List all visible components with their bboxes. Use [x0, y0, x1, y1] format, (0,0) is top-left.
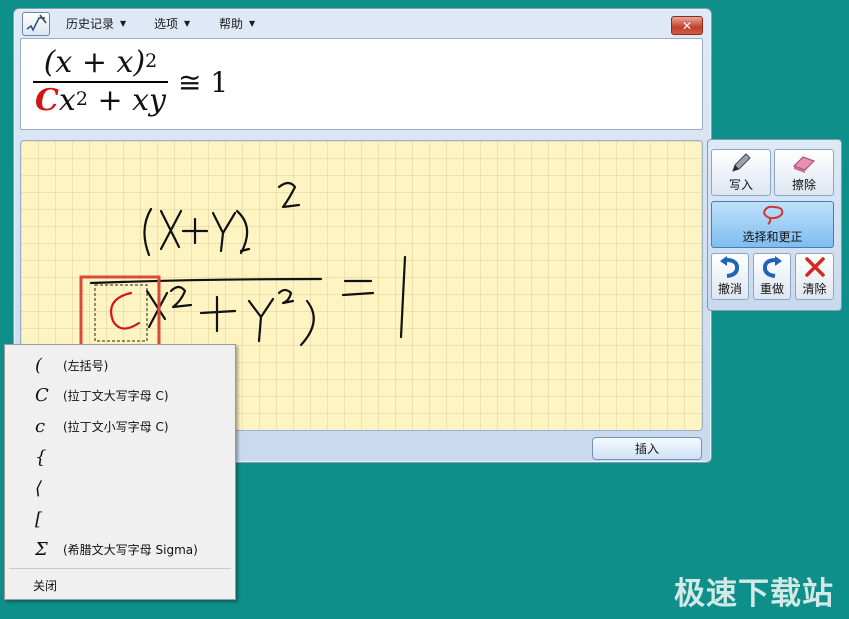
- watermark-text: 极速下载站: [674, 576, 834, 612]
- menu-options[interactable]: 选项 ▼: [154, 15, 190, 32]
- redo-icon: [760, 254, 784, 280]
- erase-button-label: 擦除: [791, 178, 816, 192]
- tool-panel: 写入 擦除 选择和更正 撤消 重做 清除: [707, 139, 842, 311]
- menu-history-label: 历史记录: [66, 17, 115, 31]
- alternative-description: (希腊文大写字母 Sigma): [63, 542, 198, 557]
- selection-dotted-box: [94, 284, 148, 342]
- insert-button-label: 插入: [634, 442, 659, 456]
- numerator-text: (x + x): [43, 45, 146, 80]
- alternative-symbol: ⟨: [35, 477, 43, 499]
- undo-icon: [718, 254, 742, 280]
- context-menu-item[interactable]: C (拉丁文大写字母 C): [5, 381, 235, 409]
- insert-button[interactable]: 插入: [592, 437, 702, 460]
- alternative-description: (拉丁文大写字母 C): [63, 388, 169, 403]
- correction-context-menu: ( (左括号) C (拉丁文大写字母 C) c (拉丁文小写字母 C) { ⟨ …: [4, 344, 236, 600]
- denominator-exponent: 2: [75, 88, 88, 110]
- undo-button-label: 撤消: [717, 282, 742, 296]
- menu-history[interactable]: 历史记录 ▼: [66, 15, 126, 32]
- alternative-description: (拉丁文小写字母 C): [63, 419, 169, 434]
- denominator: Cx2 + xy: [33, 83, 168, 119]
- alternative-symbol: Σ: [35, 538, 48, 560]
- close-button[interactable]: ✕: [671, 16, 703, 35]
- alternative-symbol: [: [35, 508, 43, 530]
- numerator: (x + x)2: [42, 45, 160, 81]
- formula: (x + x)2 Cx2 + xy ≅ 1: [33, 45, 228, 119]
- chevron-down-icon: ▼: [249, 19, 256, 28]
- context-menu-item[interactable]: ⟨: [5, 474, 235, 502]
- menu-help-label: 帮助: [219, 17, 244, 31]
- formula-preview: (x + x)2 Cx2 + xy ≅ 1: [20, 38, 703, 130]
- context-menu-item[interactable]: {: [5, 443, 235, 471]
- context-menu-item[interactable]: [: [5, 505, 235, 533]
- alternative-symbol: {: [35, 446, 47, 468]
- alternative-symbol: c: [35, 415, 46, 437]
- menu-options-label: 选项: [154, 17, 179, 31]
- relation-text: ≅ 1: [177, 65, 229, 99]
- clear-button-label: 清除: [802, 282, 827, 296]
- denominator-x: x: [58, 83, 76, 118]
- alternative-symbol: (: [35, 354, 43, 376]
- math-input-app-icon[interactable]: [22, 12, 50, 36]
- close-icon: ✕: [681, 18, 693, 33]
- select-and-correct-label: 选择和更正: [742, 230, 803, 244]
- context-menu-item[interactable]: ( (左括号): [5, 351, 235, 379]
- clear-x-icon: [804, 254, 826, 280]
- chevron-down-icon: ▼: [184, 19, 191, 28]
- denominator-tail: + xy: [87, 83, 166, 118]
- numerator-exponent: 2: [145, 50, 158, 72]
- context-menu-item[interactable]: Σ (希腊文大写字母 Sigma): [5, 535, 235, 563]
- undo-button[interactable]: 撤消: [711, 253, 749, 300]
- menu-help[interactable]: 帮助 ▼: [219, 15, 255, 32]
- context-menu-item[interactable]: c (拉丁文小写字母 C): [5, 412, 235, 440]
- erase-button[interactable]: 擦除: [774, 149, 834, 196]
- lasso-icon: [758, 202, 788, 228]
- write-button[interactable]: 写入: [711, 149, 771, 196]
- context-menu-close[interactable]: 关闭: [33, 577, 57, 594]
- redo-button[interactable]: 重做: [753, 253, 791, 300]
- eraser-icon: [791, 150, 817, 176]
- pen-icon: [729, 150, 753, 176]
- redo-button-label: 重做: [759, 282, 784, 296]
- fraction: (x + x)2 Cx2 + xy: [33, 45, 168, 119]
- highlighted-letter: C: [35, 83, 59, 118]
- chevron-down-icon: ▼: [120, 19, 127, 28]
- alternative-description: (左括号): [63, 358, 109, 373]
- write-button-label: 写入: [728, 178, 753, 192]
- menu-bar: 历史记录 ▼ 选项 ▼ 帮助 ▼ ✕: [14, 9, 711, 37]
- clear-button[interactable]: 清除: [795, 253, 834, 300]
- select-and-correct-button[interactable]: 选择和更正: [711, 201, 834, 248]
- alternative-symbol: C: [35, 384, 49, 406]
- menu-separator: [9, 568, 231, 569]
